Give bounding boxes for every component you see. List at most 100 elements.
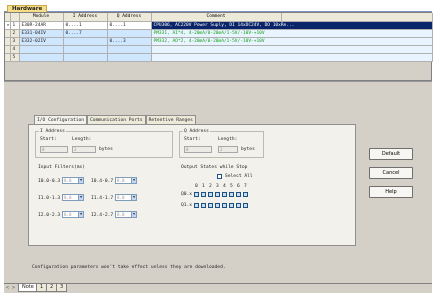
row-number: 4 — [10, 45, 20, 54]
filter-select[interactable]: 8.0 ▼ — [115, 177, 137, 184]
q0-row-label: Q0.x — [181, 192, 193, 197]
q0-bit-checkbox[interactable] — [201, 192, 206, 197]
config-tab-strip: I/O Configuration Communication Ports Rete… — [34, 114, 196, 126]
i-address-title: I Address — [39, 129, 66, 134]
bit-label: 5 — [230, 184, 233, 189]
q-length-field[interactable]: 2 — [218, 146, 238, 153]
filter-value: 8.0 — [64, 178, 72, 183]
q0-bit-checkbox[interactable] — [243, 192, 248, 197]
i-length-field[interactable]: 2 — [72, 146, 96, 153]
q-address-title: Q Address — [183, 129, 210, 134]
q1-bit-checkbox[interactable] — [236, 203, 241, 208]
filter-label: I1.0-1.3 — [38, 196, 61, 201]
row-number: 1 — [10, 21, 20, 30]
filter-select[interactable]: 8.0 ▼ — [62, 211, 84, 218]
select-all-checkbox[interactable] — [217, 174, 222, 179]
q1-bit-checkbox[interactable] — [229, 203, 234, 208]
i-address-group: I Address Start: Length: 0 2 bytes — [35, 129, 173, 158]
help-button[interactable]: Help — [369, 186, 413, 198]
hardware-tab-bar: Hardware — [4, 3, 432, 13]
col-header-filler — [281, 13, 433, 22]
comment-cell[interactable] — [151, 45, 433, 54]
sheet-tab-note[interactable]: Note — [18, 284, 38, 292]
module-cell[interactable] — [19, 53, 64, 62]
i-start-field[interactable]: 0 — [40, 146, 68, 153]
q1-bit-checkbox[interactable] — [215, 203, 220, 208]
comment-cell[interactable] — [151, 53, 433, 62]
comment-cell[interactable]: PM331, AI*4, 4-20mA/0-20mA/1-5V/-10V-+10… — [151, 29, 433, 38]
comment-cell[interactable]: PM332, AO*2, 4-20mA/0-20mA/1-5V/-10V-+10… — [151, 37, 433, 46]
table-row[interactable]: 2 E331-04IV 0....7 PM331, AI*4, 4-20mA/0… — [5, 29, 433, 38]
module-cell[interactable]: E331-04IV — [19, 29, 64, 38]
row-number: 3 — [10, 37, 20, 46]
col-header-module: Module — [19, 13, 64, 22]
q-length-label: Length: — [218, 137, 238, 142]
filter-select[interactable]: 8.0 ▼ — [62, 177, 84, 184]
q1-bit-checkbox[interactable] — [208, 203, 213, 208]
i-address-cell[interactable] — [63, 37, 108, 46]
io-configuration-panel: I Address Start: Length: 0 2 bytes Input… — [28, 124, 356, 246]
comment-cell[interactable]: CPU306, AC220V Power Suply, DI 14xDC24V,… — [151, 21, 433, 30]
col-header-i-address: I Address — [63, 13, 108, 22]
output-states-title: Output States while Stop — [181, 165, 248, 170]
bit-label: 1 — [202, 184, 205, 189]
i-start-label: Start: — [40, 137, 57, 142]
sheet-tab-bar: < > \ Note 1 2 3 — [4, 283, 432, 293]
filter-select[interactable]: 8.0 ▼ — [115, 211, 137, 218]
i-address-cell[interactable] — [63, 45, 108, 54]
q1-bit-checkbox[interactable] — [222, 203, 227, 208]
q0-bit-checkbox[interactable] — [236, 192, 241, 197]
q-address-group: Q Address Start: Length: 0 2 bytes — [179, 129, 264, 158]
col-header-num — [10, 13, 20, 22]
filter-select[interactable]: 8.0 ▼ — [115, 194, 137, 201]
bit-label: 4 — [223, 184, 226, 189]
table-row[interactable]: ▸ 1 E30R-24AR 0....1 0....1 CPU306, AC22… — [5, 21, 433, 30]
q-start-field[interactable]: 0 — [184, 146, 212, 153]
filter-value: 8.0 — [117, 212, 125, 217]
q0-bit-checkbox[interactable] — [208, 192, 213, 197]
cancel-button[interactable]: Cancel — [369, 167, 413, 179]
chevron-down-icon: ▼ — [78, 195, 83, 200]
chevron-down-icon: ▼ — [131, 178, 136, 183]
module-cell[interactable]: E332-02IV — [19, 37, 64, 46]
q0-bit-checkbox[interactable] — [229, 192, 234, 197]
row-number: 2 — [10, 29, 20, 38]
grid-header-row: Module I Address Q Address Comment — [5, 13, 433, 22]
q-address-cell[interactable]: 0....3 — [107, 37, 152, 46]
download-hint: Configuration parameters won't take effe… — [32, 265, 226, 270]
bit-label: 6 — [237, 184, 240, 189]
q0-bit-checkbox[interactable] — [215, 192, 220, 197]
col-header-q-address: Q Address — [107, 13, 152, 22]
i-length-label: Length: — [72, 137, 92, 142]
filter-select[interactable]: 8.0 ▼ — [62, 194, 84, 201]
filter-label: I2.4-2.7 — [91, 213, 114, 218]
default-button[interactable]: Default — [369, 148, 413, 160]
q-address-cell[interactable] — [107, 53, 152, 62]
module-cell[interactable] — [19, 45, 64, 54]
q-length-unit: bytes — [241, 147, 255, 152]
q1-row-label: Q1.x — [181, 203, 193, 208]
filter-value: 8.0 — [117, 178, 125, 183]
col-header-comment: Comment — [151, 13, 282, 22]
i-address-cell[interactable] — [63, 53, 108, 62]
q-address-cell[interactable]: 0....1 — [107, 21, 152, 30]
q-address-cell[interactable] — [107, 29, 152, 38]
q-address-cell[interactable] — [107, 45, 152, 54]
q1-bit-checkbox[interactable] — [194, 203, 199, 208]
chevron-down-icon: ▼ — [131, 212, 136, 217]
table-row[interactable]: 5 — [5, 53, 433, 62]
module-table: Module I Address Q Address Comment ▸ 1 E… — [5, 13, 433, 62]
sheet-tab-3[interactable]: 3 — [56, 284, 68, 292]
row-number: 5 — [10, 53, 20, 62]
chevron-down-icon: ▼ — [78, 178, 83, 183]
table-row[interactable]: 4 — [5, 45, 433, 54]
q0-bit-checkbox[interactable] — [222, 192, 227, 197]
q1-bit-checkbox[interactable] — [201, 203, 206, 208]
filter-label: I1.4-1.7 — [91, 196, 114, 201]
q0-bit-checkbox[interactable] — [194, 192, 199, 197]
module-cell[interactable]: E30R-24AR — [19, 21, 64, 30]
i-address-cell[interactable]: 0....1 — [63, 21, 108, 30]
i-address-cell[interactable]: 0....7 — [63, 29, 108, 38]
table-row[interactable]: 3 E332-02IV 0....3 PM332, AO*2, 4-20mA/0… — [5, 37, 433, 46]
q1-bit-checkbox[interactable] — [243, 203, 248, 208]
